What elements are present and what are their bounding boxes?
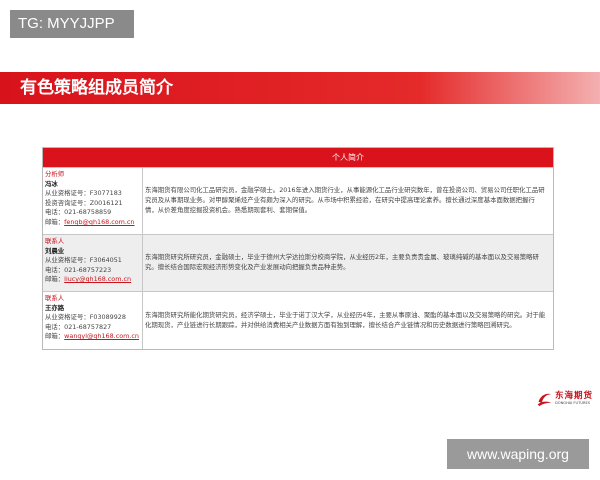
- member-name: 刘晨业: [45, 246, 65, 255]
- logo-brand: 东海期货: [555, 391, 594, 401]
- member-role: 分析师: [45, 170, 65, 178]
- member-role: 联系人: [45, 294, 65, 302]
- email-label: 邮箱：: [45, 332, 65, 341]
- member-name: 冯冰: [45, 179, 58, 188]
- member-bio: 东海期货研究所能化期货研究员，经济学硕士，毕业于诺丁汉大学，从业经历4年，主要从…: [145, 310, 546, 329]
- member-info: 联系人 王亦路 从业资格证号：F03089928 电话：021-68757827…: [43, 292, 143, 349]
- email-label: 邮箱：: [45, 275, 65, 284]
- member-role: 联系人: [45, 237, 65, 245]
- email-line: 邮箱：liucy@qh168.com.cn: [45, 275, 140, 285]
- email-link[interactable]: liucy@qh168.com.cn: [64, 275, 131, 283]
- donghai-futures-logo: 东海期货 DONGHAI FUTURES: [536, 388, 592, 410]
- license-line: 从业资格证号：F3064051: [45, 256, 122, 265]
- member-row: 联系人 刘晨业 从业资格证号：F3064051 电话：021-68757223 …: [43, 234, 553, 291]
- table-header-title: 个人简介: [332, 153, 364, 162]
- consult-license-line: 投资咨询证号：Z0016121: [45, 198, 123, 207]
- member-bio-cell: 东海期货研究所能化期货研究员，经济学硕士，毕业于诺丁汉大学，从业经历4年，主要从…: [143, 292, 553, 349]
- logo-brand-en: DONGHAI FUTURES: [555, 401, 591, 405]
- email-label: 邮箱：: [45, 217, 65, 226]
- email-link[interactable]: wangyl@qh168.com.cn: [64, 332, 139, 340]
- page-title: 有色策略组成员简介: [20, 78, 173, 98]
- phone-line: 电话：021-68758859: [45, 208, 112, 217]
- member-row: 分析师 冯冰 从业资格证号：F3077183 投资咨询证号：Z0016121 电…: [43, 167, 553, 234]
- table-header-left: [43, 148, 143, 167]
- phone-line: 电话：021-68757827: [45, 322, 112, 331]
- title-bar: 有色策略组成员简介: [0, 72, 600, 104]
- license-line: 从业资格证号：F3077183: [45, 189, 122, 198]
- table-header: 个人简介: [43, 148, 553, 167]
- email-link[interactable]: fengb@qh168.com.cn: [64, 218, 134, 226]
- email-line: 邮箱：fengb@qh168.com.cn: [45, 218, 140, 228]
- phone-line: 电话：021-68757223: [45, 265, 112, 274]
- tg-tag: TG: MYYJJPP: [10, 10, 134, 38]
- member-row: 联系人 王亦路 从业资格证号：F03089928 电话：021-68757827…: [43, 291, 553, 349]
- member-info: 联系人 刘晨业 从业资格证号：F3064051 电话：021-68757223 …: [43, 235, 143, 291]
- donghai-logo-icon: [537, 393, 552, 407]
- member-bio: 东海期货有限公司化工品研究员，金融学硕士。2016年进入期货行业，从事能源化工品…: [145, 186, 545, 214]
- member-info: 分析师 冯冰 从业资格证号：F3077183 投资咨询证号：Z0016121 电…: [43, 168, 143, 234]
- member-bio-cell: 东海期货研究所研究员，金融硕士，毕业于德州大学达拉斯分校商学院，从业经历2年，主…: [143, 235, 553, 291]
- member-profile-table: 个人简介 分析师 冯冰 从业资格证号：F3077183 投资咨询证号：Z0016…: [42, 147, 554, 350]
- watermark: www.waping.org: [447, 439, 589, 469]
- member-bio-cell: 东海期货有限公司化工品研究员，金融学硕士。2016年进入期货行业，从事能源化工品…: [143, 168, 553, 234]
- license-line: 从业资格证号：F03089928: [45, 313, 126, 322]
- member-bio: 东海期货研究所研究员，金融硕士，毕业于德州大学达拉斯分校商学院，从业经历2年，主…: [145, 253, 539, 271]
- email-line: 邮箱：wangyl@qh168.com.cn: [45, 332, 140, 342]
- member-name: 王亦路: [45, 303, 65, 312]
